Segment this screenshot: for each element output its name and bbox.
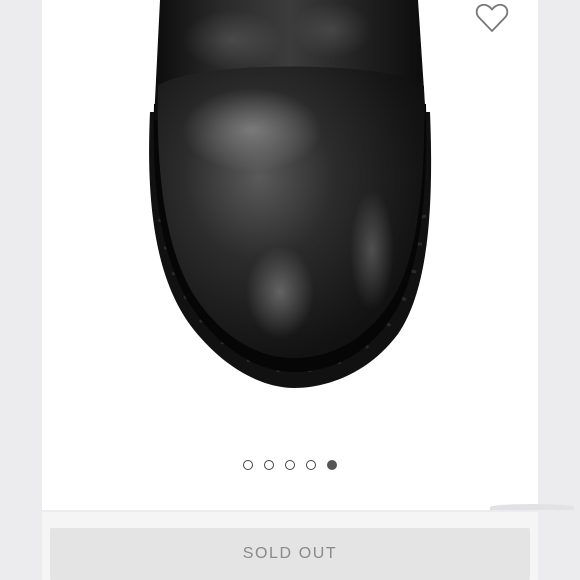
carousel-indicator	[42, 460, 538, 472]
sold-out-button[interactable]: SOLD OUT	[50, 528, 530, 580]
product-screen: SOLD OUT	[0, 0, 580, 580]
carousel-dot-4[interactable]	[306, 460, 316, 470]
product-photo[interactable]	[42, 0, 538, 440]
heart-outline-icon	[475, 3, 509, 32]
carousel-dot-1[interactable]	[243, 460, 253, 470]
carousel-dot-2[interactable]	[264, 460, 274, 470]
boot-image	[149, 0, 432, 388]
card-edge-shadow	[490, 504, 574, 510]
carousel-dot-3[interactable]	[285, 460, 295, 470]
action-bar: SOLD OUT	[42, 512, 538, 580]
favorite-button[interactable]	[474, 2, 510, 34]
product-image-card	[42, 0, 538, 510]
carousel-dot-5-active[interactable]	[327, 460, 337, 470]
